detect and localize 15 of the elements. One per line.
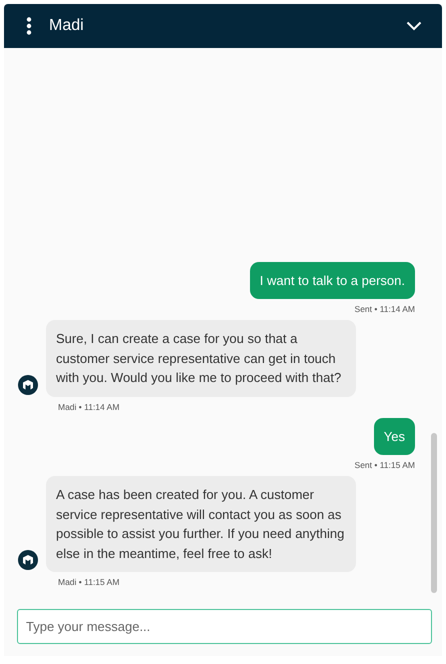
message-timestamp: Sent • 11:15 AM: [354, 460, 415, 470]
sent-message-bubble: Yes: [374, 418, 415, 455]
message-timestamp: Madi • 11:14 AM: [58, 402, 120, 412]
message-input-field[interactable]: Type your message...: [17, 609, 432, 644]
bot-message-bubble: Sure, I can create a case for you so that a customer service representative can get in touch with you. Would you like me to proceed with that?: [46, 320, 356, 396]
message-timestamp: Madi • 11:15 AM: [58, 577, 120, 587]
more-options-icon[interactable]: [26, 17, 32, 35]
sent-message-bubble: I want to talk to a person.: [250, 262, 415, 299]
bot-avatar-icon: [18, 550, 38, 570]
bot-message-bubble: A case has been created for you. A customer service representative will contact you as soon as possible to assist you further. If you need anything else in the meantime, feel free to ask!: [46, 476, 356, 572]
collapse-chevron-icon[interactable]: [406, 21, 422, 31]
message-timestamp: Sent • 11:14 AM: [354, 304, 415, 314]
scrollbar[interactable]: [431, 433, 437, 593]
bot-avatar-icon: [18, 374, 38, 394]
chat-title: Madi: [49, 17, 85, 35]
